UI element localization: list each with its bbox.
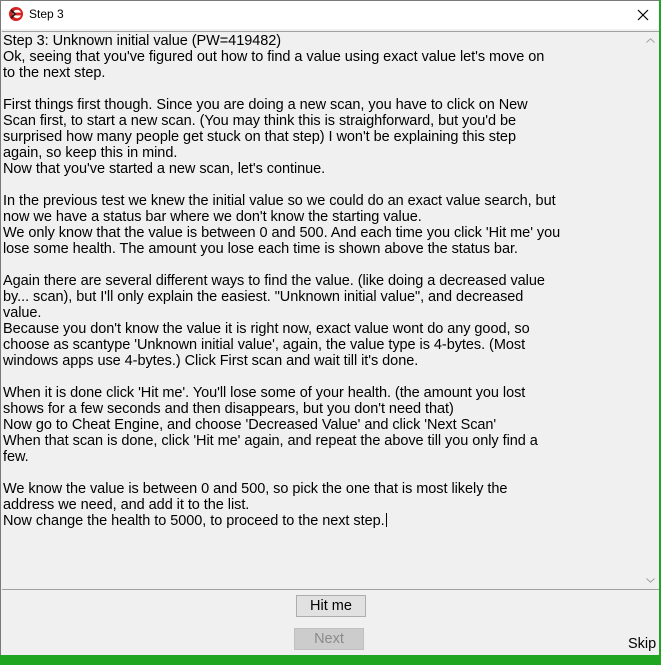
- tutorial-line: In the previous test we knew the initial…: [3, 193, 556, 209]
- tutorial-line: choose as scantype 'Unknown initial valu…: [3, 337, 526, 353]
- tutorial-line: Now change the health to 5000, to procee…: [3, 513, 387, 529]
- scroll-up-arrow-icon[interactable]: [642, 32, 659, 49]
- tutorial-line: Now that you've started a new scan, let'…: [3, 161, 326, 177]
- tutorial-line: When it is done click 'Hit me'. You'll l…: [3, 385, 526, 401]
- tutorial-line: shows for a few seconds and then disappe…: [3, 401, 454, 417]
- vertical-scrollbar[interactable]: [642, 31, 659, 590]
- title-bar: Step 3: [1, 1, 660, 29]
- tutorial-text-area[interactable]: Step 3: Unknown initial value (PW=419482…: [2, 31, 642, 590]
- skip-link[interactable]: Skip: [628, 636, 656, 652]
- tutorial-line: We only know that the value is between 0…: [3, 225, 561, 241]
- tutorial-paragraph: Step 3: Unknown initial value (PW=419482…: [3, 33, 639, 81]
- tutorial-paragraph: We know the value is between 0 and 500, …: [3, 481, 639, 529]
- background-window-bar: [0, 655, 661, 665]
- tutorial-paragraph: In the previous test we knew the initial…: [3, 193, 639, 257]
- tutorial-paragraph: When it is done click 'Hit me'. You'll l…: [3, 385, 639, 465]
- next-button[interactable]: Next: [294, 628, 364, 650]
- tutorial-line: Because you don't know the value it is r…: [3, 321, 530, 337]
- tutorial-line: windows apps use 4-bytes.) Click First s…: [3, 353, 419, 369]
- tutorial-line: value.: [3, 305, 42, 321]
- tutorial-line: now we have a status bar where we don't …: [3, 209, 422, 225]
- tutorial-line: surprised how many people get stuck on t…: [3, 129, 516, 145]
- window-title: Step 3: [29, 7, 64, 21]
- tutorial-line: Now go to Cheat Engine, and choose 'Decr…: [3, 417, 497, 433]
- hit-me-button[interactable]: Hit me: [296, 595, 366, 617]
- tutorial-line: We know the value is between 0 and 500, …: [3, 481, 508, 497]
- tutorial-line: few.: [3, 449, 29, 465]
- step3-window: Step 3 Step 3: Unknown initial value (PW…: [0, 0, 661, 665]
- scroll-down-arrow-icon[interactable]: [642, 572, 659, 589]
- tutorial-line: Step 3: Unknown initial value (PW=419482…: [3, 33, 282, 49]
- tutorial-line: Again there are several different ways t…: [3, 273, 545, 289]
- close-button[interactable]: [626, 1, 660, 29]
- tutorial-line: again, so keep this in mind.: [3, 145, 178, 161]
- tutorial-text: Step 3: Unknown initial value (PW=419482…: [3, 33, 639, 545]
- tutorial-paragraph: Again there are several different ways t…: [3, 273, 639, 369]
- close-icon: [637, 9, 649, 21]
- tutorial-line: address we need, and add it to the list.: [3, 497, 250, 513]
- tutorial-line: Ok, seeing that you've figured out how t…: [3, 49, 545, 65]
- tutorial-line: When that scan is done, click 'Hit me' a…: [3, 433, 538, 449]
- cheat-engine-icon: [8, 6, 24, 22]
- tutorial-line: First things first though. Since you are…: [3, 97, 528, 113]
- tutorial-line: to the next step.: [3, 65, 106, 81]
- text-caret: [385, 513, 387, 527]
- tutorial-line: lose some health. The amount you lose ea…: [3, 241, 518, 257]
- tutorial-paragraph: First things first though. Since you are…: [3, 97, 639, 177]
- tutorial-line: by... scan), but I'll only explain the e…: [3, 289, 524, 305]
- tutorial-line: Scan first, to start a new scan. (You ma…: [3, 113, 517, 129]
